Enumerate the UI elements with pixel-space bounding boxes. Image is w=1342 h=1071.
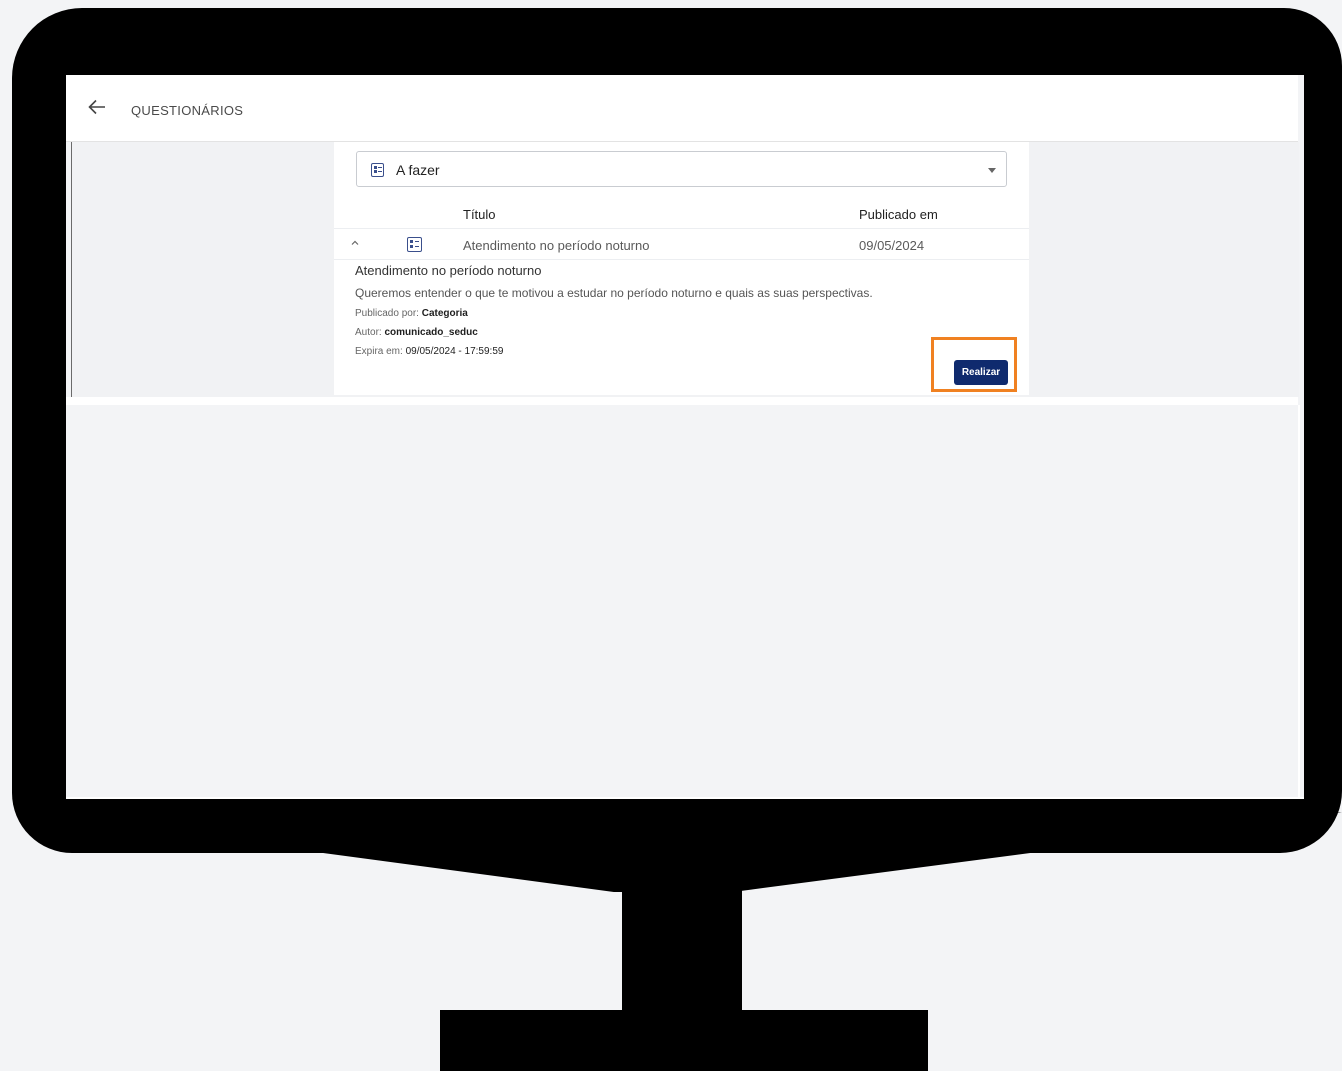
column-header-title: Título: [463, 207, 496, 222]
dropdown-caret-icon[interactable]: [988, 168, 996, 173]
divider: [66, 797, 1304, 799]
list-icon: [371, 163, 384, 177]
author: Autor: comunicado_seduc: [355, 327, 478, 338]
published-by-value: Categoria: [421, 308, 468, 319]
page-title: QUESTIONÁRIOS: [131, 103, 244, 118]
row-title: Atendimento no período noturno: [463, 238, 650, 253]
questionnaire-card: A fazer Título Publicado em Atendimento …: [334, 142, 1029, 395]
divider: [66, 397, 1298, 405]
expires-label: Expira em:: [355, 346, 403, 357]
chevron-up-icon[interactable]: [350, 238, 360, 248]
highlight-box: [931, 337, 1017, 392]
table-row[interactable]: Atendimento no período noturno 09/05/202…: [334, 229, 1029, 260]
empty-area: [66, 405, 1300, 799]
content-area: A fazer Título Publicado em Atendimento …: [71, 142, 1299, 397]
table-header: Título Publicado em: [334, 198, 1029, 229]
monitor-stand: [622, 880, 742, 1015]
arrow-left-icon[interactable]: [88, 99, 106, 115]
expiration: Expira em: 09/05/2024 - 17:59:59: [355, 346, 503, 357]
details-title: Atendimento no período noturno: [355, 263, 542, 278]
published-by-label: Publicado por:: [355, 308, 419, 319]
author-label: Autor:: [355, 327, 382, 338]
row-published-date: 09/05/2024: [859, 238, 925, 253]
details-description: Queremos entender o que te motivou a est…: [355, 286, 873, 300]
published-by: Publicado por: Categoria: [355, 308, 468, 319]
monitor-base: [440, 1010, 928, 1071]
questionnaire-type-icon: [407, 237, 422, 252]
app-bar: QUESTIONÁRIOS: [66, 75, 1298, 142]
filter-selected-value: A fazer: [396, 162, 440, 178]
status-filter-select[interactable]: A fazer: [356, 151, 1007, 187]
screen: QUESTIONÁRIOS A fazer Título Publicado e…: [66, 75, 1304, 799]
column-header-published: Publicado em: [859, 207, 938, 222]
expires-value: 09/05/2024 - 17:59:59: [405, 346, 504, 357]
author-value: comunicado_seduc: [384, 327, 478, 338]
